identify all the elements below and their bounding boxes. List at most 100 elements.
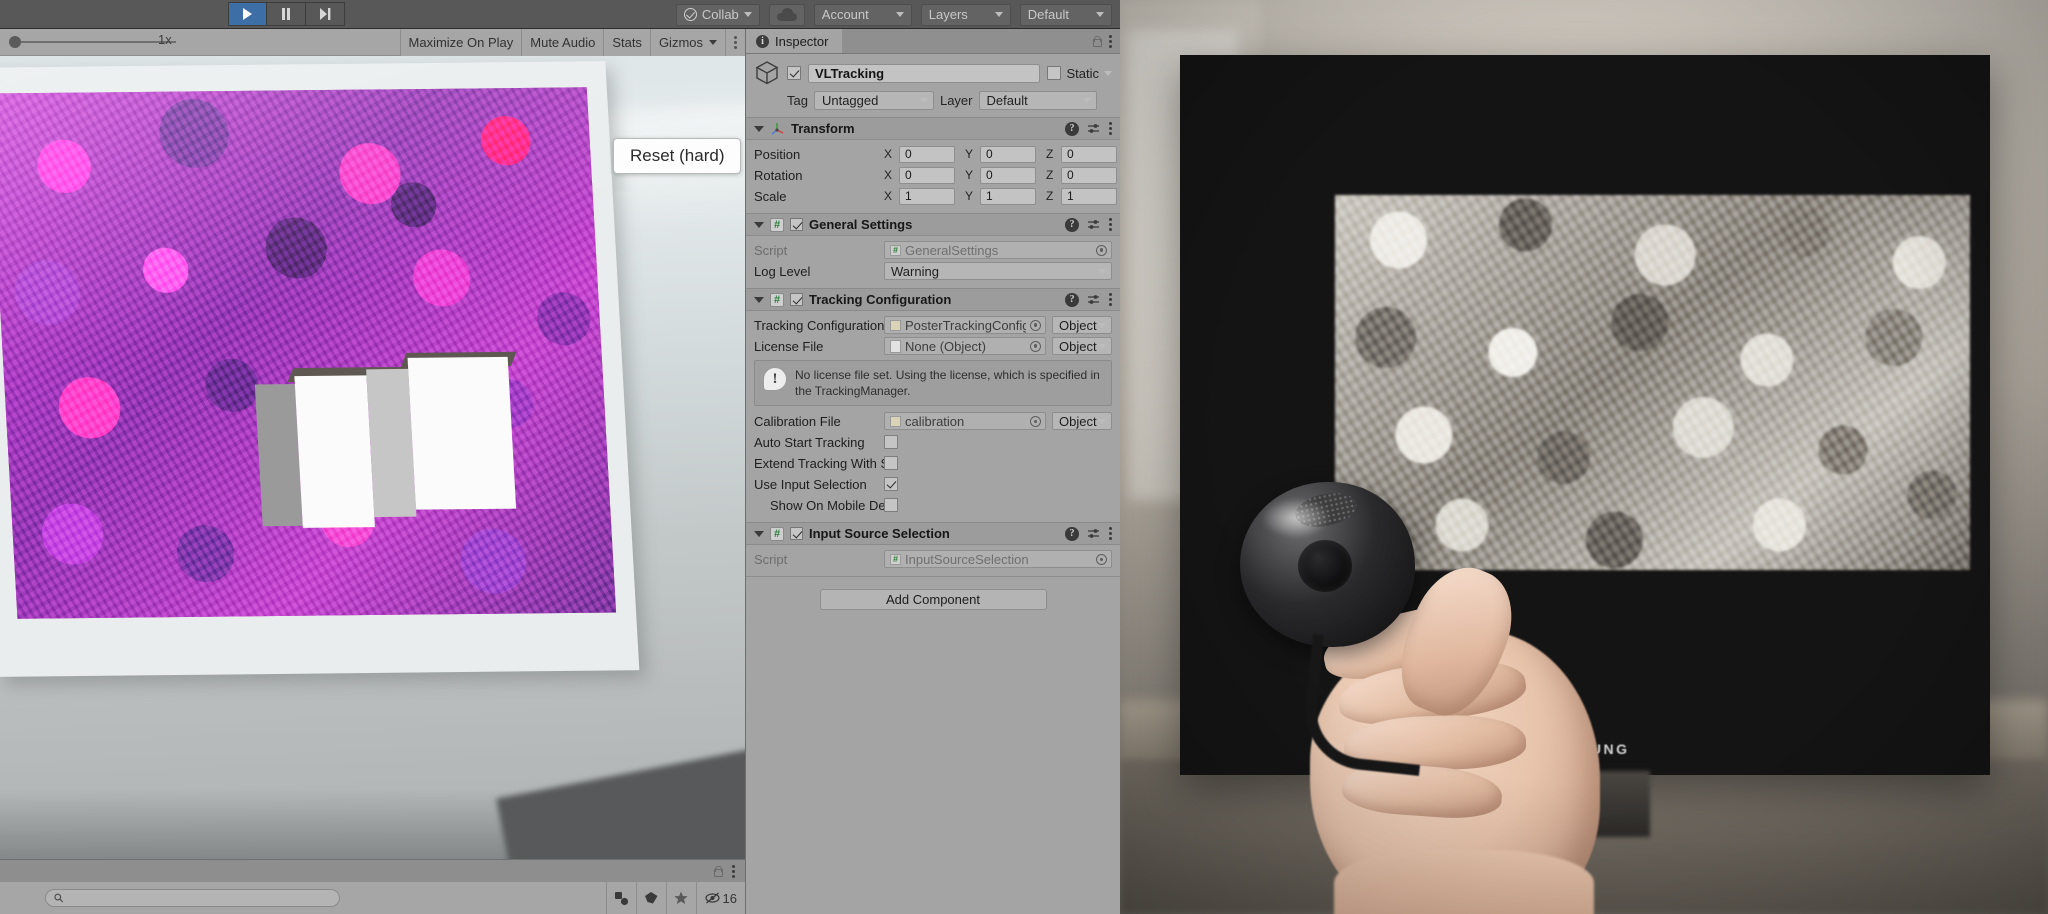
filter-by-type-icon[interactable] (606, 882, 636, 914)
component-enabled-checkbox[interactable] (790, 527, 803, 540)
cloud-button[interactable] (769, 4, 805, 26)
reset-hard-button[interactable]: Reset (hard) (613, 138, 741, 174)
game-object-name-field[interactable]: VLTracking (808, 64, 1040, 83)
pause-button[interactable] (267, 2, 306, 26)
calibration-file-type-dropdown[interactable]: Object (1052, 412, 1112, 430)
label-tag-icon (644, 891, 659, 905)
object-picker-icon[interactable] (1030, 416, 1041, 427)
preset-icon[interactable] (1087, 293, 1101, 307)
project-search-field[interactable] (45, 889, 340, 907)
component-header-input-source-selection[interactable]: # Input Source Selection ? (746, 522, 1120, 545)
mute-audio-toggle[interactable]: Mute Audio (521, 29, 603, 56)
filter-by-label-icon[interactable] (636, 882, 666, 914)
rotation-y-field[interactable]: 0 (980, 167, 1036, 184)
object-picker-icon[interactable] (1030, 320, 1041, 331)
object-picker-icon[interactable] (1030, 341, 1041, 352)
game-object-enabled-checkbox[interactable] (787, 66, 801, 80)
log-level-label: Log Level (754, 264, 884, 279)
component-enabled-checkbox[interactable] (790, 293, 803, 306)
help-icon[interactable]: ? (1065, 218, 1079, 232)
layers-dropdown[interactable]: Layers (921, 4, 1011, 26)
game-view-options-menu[interactable] (725, 29, 745, 56)
collapse-triangle-icon[interactable] (754, 222, 764, 228)
component-options-menu[interactable] (1109, 527, 1112, 540)
add-component-button[interactable]: Add Component (820, 589, 1047, 610)
static-checkbox[interactable] (1047, 66, 1061, 80)
tag-dropdown[interactable]: Untagged (814, 91, 934, 110)
tab-inspector[interactable]: i Inspector (746, 29, 842, 53)
collapse-triangle-icon[interactable] (754, 297, 764, 303)
license-warning-box: ! No license file set. Using the license… (754, 360, 1112, 406)
use-input-selection-checkbox[interactable] (884, 477, 898, 491)
extend-tracking-checkbox[interactable] (884, 456, 898, 470)
object-picker-icon[interactable] (1096, 245, 1107, 256)
axis-x-label: X (884, 168, 899, 182)
search-input[interactable] (68, 891, 331, 905)
component-header-tracking-configuration[interactable]: # Tracking Configuration ? (746, 288, 1120, 311)
maximize-on-play-toggle[interactable]: Maximize On Play (400, 29, 522, 56)
rotation-x-field[interactable]: 0 (899, 167, 955, 184)
script-object-field[interactable]: # InputSourceSelection (884, 550, 1112, 568)
favorites-icon[interactable] (666, 882, 696, 914)
scale-x-field[interactable]: 1 (899, 188, 955, 205)
position-x-field[interactable]: 0 (899, 146, 955, 163)
preset-icon[interactable] (1087, 218, 1101, 232)
scale-y-field[interactable]: 1 (980, 188, 1036, 205)
component-options-menu[interactable] (1109, 122, 1112, 135)
object-picker-icon[interactable] (1096, 554, 1107, 565)
rotation-z-field[interactable]: 0 (1061, 167, 1117, 184)
inspector-tab-label: Inspector (775, 34, 828, 49)
project-options-menu[interactable] (732, 865, 735, 878)
inspector-options-menu[interactable] (1109, 35, 1112, 48)
auto-start-tracking-checkbox[interactable] (884, 435, 898, 449)
account-dropdown[interactable]: Account (814, 4, 912, 26)
zoom-slider-knob[interactable] (9, 36, 21, 48)
collapse-triangle-icon[interactable] (754, 531, 764, 537)
gizmos-dropdown[interactable]: Gizmos (650, 29, 725, 56)
game-object-header: VLTracking Static Tag Untagged Layer Def… (746, 54, 1120, 117)
game-object-cube-icon (754, 60, 780, 86)
script-object-field[interactable]: # GeneralSettings (884, 241, 1112, 259)
collapse-triangle-icon[interactable] (754, 126, 764, 132)
component-body-input-source-selection: Script # InputSourceSelection (746, 545, 1120, 576)
position-y-field[interactable]: 0 (980, 146, 1036, 163)
unity-top-toolbar: Collab Account Layers Default (0, 0, 1120, 29)
component-options-menu[interactable] (1109, 218, 1112, 231)
help-icon[interactable]: ? (1065, 293, 1079, 307)
help-icon[interactable]: ? (1065, 527, 1079, 541)
chevron-down-icon[interactable] (1104, 71, 1112, 76)
auto-start-tracking-label: Auto Start Tracking (754, 435, 884, 450)
tracking-configuration-type-dropdown[interactable]: Object (1052, 316, 1112, 334)
wrist (1334, 850, 1594, 914)
static-toggle-group: Static (1047, 66, 1112, 81)
scale-z-field[interactable]: 1 (1061, 188, 1117, 205)
calibration-file-object-field[interactable]: calibration (884, 412, 1046, 430)
tracking-configuration-object-field[interactable]: PosterTrackingConfig (884, 316, 1046, 334)
extend-tracking-row: Extend Tracking With S (754, 453, 1112, 473)
license-file-object-field[interactable]: None (Object) (884, 337, 1046, 355)
preset-icon[interactable] (1087, 122, 1101, 136)
lock-icon[interactable] (713, 866, 722, 877)
step-button[interactable] (306, 2, 345, 26)
lock-icon[interactable] (1092, 36, 1101, 47)
show-on-mobile-checkbox[interactable] (884, 498, 898, 512)
component-enabled-checkbox[interactable] (790, 218, 803, 231)
zoom-slider[interactable] (8, 35, 176, 49)
log-level-dropdown[interactable]: Warning (884, 262, 1112, 280)
preset-icon[interactable] (1087, 527, 1101, 541)
component-options-menu[interactable] (1109, 293, 1112, 306)
axis-z-label: Z (1046, 189, 1061, 203)
component-header-general-settings[interactable]: # General Settings ? (746, 213, 1120, 236)
collab-button[interactable]: Collab (676, 4, 760, 26)
game-view-canvas[interactable]: ....... tracking PrintA4.pdf ▭ ◆ ↻ ▣ ⬚ R… (0, 56, 745, 859)
stats-toggle[interactable]: Stats (603, 29, 650, 56)
layout-dropdown[interactable]: Default (1020, 4, 1112, 26)
hidden-assets-count[interactable]: 16 (696, 882, 745, 914)
license-file-type-dropdown[interactable]: Object (1052, 337, 1112, 355)
help-icon[interactable]: ? (1065, 122, 1079, 136)
play-button[interactable] (228, 2, 267, 26)
layer-dropdown[interactable]: Default (979, 91, 1097, 110)
position-z-field[interactable]: 0 (1061, 146, 1117, 163)
info-icon: i (756, 35, 769, 48)
component-header-transform[interactable]: Transform ? (746, 117, 1120, 140)
